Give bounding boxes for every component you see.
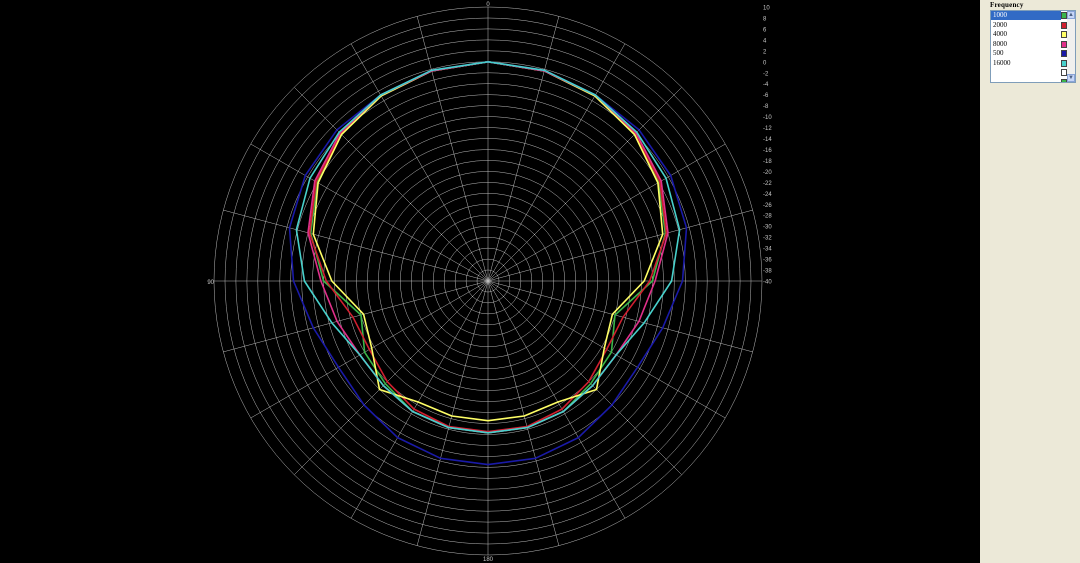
frequency-item-4000[interactable]: 4000 [991, 30, 1061, 39]
radial-tick-label: -10 [763, 115, 772, 121]
radial-tick-label: -20 [763, 170, 772, 176]
polar-plot-area: 10 8 6 4 2 0 -2 -4 -6 -8 -10 -12 -14 -16 -18 -20 -22 -24 -… [0, 0, 980, 563]
radial-tick-label: -16 [763, 148, 772, 154]
frequency-item-16000[interactable]: 16000 [991, 59, 1061, 68]
radial-tick-label: -38 [763, 269, 772, 275]
side-panel [980, 0, 1080, 563]
grid-spoke [487, 280, 753, 353]
frequency-item-500[interactable]: 500 [991, 49, 1061, 58]
radial-tick-label: -14 [763, 137, 772, 143]
radial-tick-label: -36 [763, 258, 772, 264]
radial-tick-label: -32 [763, 236, 772, 242]
angle-label: 90 [207, 280, 214, 286]
polar-grid [213, 6, 763, 556]
radial-tick-label: 2 [763, 49, 767, 55]
radial-tick-label: -34 [763, 247, 772, 253]
radial-tick-label: 6 [763, 27, 767, 33]
grid-spoke [487, 87, 682, 282]
radial-tick-label: -4 [763, 82, 769, 88]
angle-label: 180 [483, 557, 494, 563]
radial-tick-label: -30 [763, 225, 772, 231]
radial-tick-labels: 10 8 6 4 2 0 -2 -4 -6 -8 -10 -12 -14 -16 -18 -20 -22 -24 -… [763, 6, 772, 286]
radial-tick-label: 10 [763, 6, 770, 12]
radial-tick-label: -8 [763, 104, 769, 110]
frequency-list-scrollbar[interactable]: ▲ ▼ [1067, 11, 1075, 82]
radial-tick-label: -40 [763, 280, 772, 286]
frequency-item-8000[interactable]: 8000 [991, 40, 1061, 49]
scroll-down-icon[interactable]: ▼ [1067, 74, 1075, 82]
radial-tick-label: 0 [763, 60, 767, 66]
grid-spoke [223, 280, 489, 353]
radial-tick-label: -26 [763, 203, 772, 209]
frequency-item-1000[interactable]: 1000 [991, 11, 1061, 20]
grid-spoke [487, 16, 560, 282]
grid-spoke [487, 280, 560, 546]
scroll-up-icon[interactable]: ▲ [1067, 11, 1075, 19]
grid-spoke [487, 209, 753, 282]
frequency-item-2000[interactable]: 2000 [991, 21, 1061, 30]
frequency-listbox[interactable]: 1000 2000 4000 8000 500 16000 ▲ ▼ [990, 10, 1076, 83]
polar-chart: 10 8 6 4 2 0 -2 -4 -6 -8 -10 -12 -14 -16 -18 -20 -22 -24 -… [207, 2, 772, 563]
grid-spoke [223, 209, 489, 282]
frequency-title: Frequency [990, 1, 1024, 9]
radial-tick-label: -18 [763, 159, 772, 165]
radial-tick-label: -6 [763, 93, 769, 99]
radial-tick-label: -2 [763, 71, 769, 77]
radial-tick-label: 4 [763, 38, 767, 44]
radial-tick-label: -28 [763, 214, 772, 220]
radial-tick-label: 8 [763, 17, 767, 23]
grid-spoke [416, 16, 489, 282]
grid-spoke [416, 280, 489, 546]
radial-tick-label: -24 [763, 192, 772, 198]
grid-spoke [294, 87, 489, 282]
radial-tick-label: -22 [763, 181, 772, 187]
radial-tick-label: -12 [763, 126, 772, 132]
